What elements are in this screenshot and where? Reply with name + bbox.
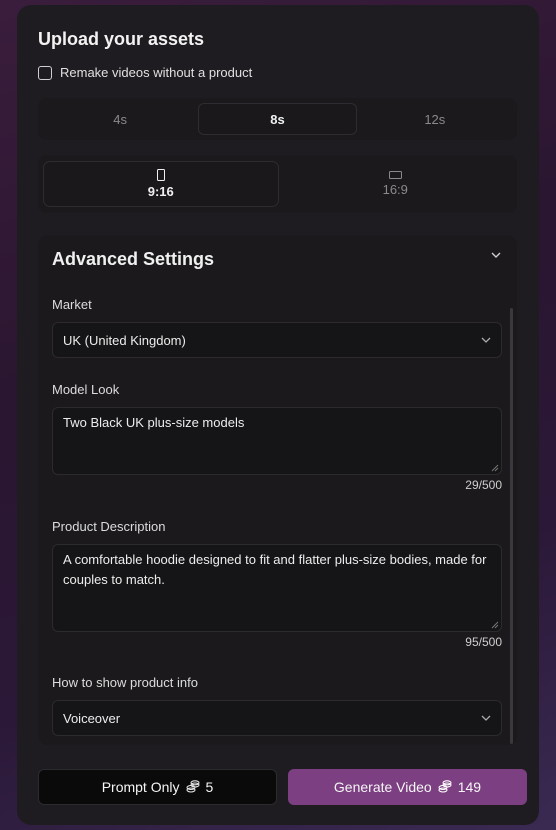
coins-icon [185, 780, 200, 793]
duration-selector: 4s 8s 12s [38, 98, 517, 140]
model-look-label: Model Look [52, 382, 120, 397]
product-info-select[interactable]: Voiceover [52, 700, 502, 736]
advanced-settings-title[interactable]: Advanced Settings [52, 249, 214, 270]
remake-without-product-option[interactable]: Remake videos without a product [38, 65, 252, 80]
product-info-label: How to show product info [52, 675, 198, 690]
chevron-down-icon [481, 715, 491, 721]
page-title: Upload your assets [38, 29, 205, 49]
aspect-label-16-9: 16:9 [382, 182, 408, 197]
product-info-value: Voiceover [63, 710, 121, 726]
prompt-only-button[interactable]: Prompt Only 5 [38, 769, 277, 805]
portrait-icon [156, 169, 165, 181]
model-look-value: Two Black UK plus-size models [63, 415, 245, 430]
chevron-down-icon [481, 337, 491, 343]
market-select[interactable]: UK (United Kingdom) [52, 322, 502, 358]
market-label: Market [52, 297, 92, 312]
aspect-label-9-16: 9:16 [147, 184, 174, 199]
aspect-option-16-9[interactable]: 16:9 [279, 161, 513, 207]
landscape-icon [388, 171, 402, 179]
model-look-counter: 29/500 [465, 478, 502, 492]
duration-option-8s[interactable]: 8s [198, 103, 357, 135]
coins-icon [438, 780, 452, 793]
advanced-settings-section: Advanced Settings Market UK (United King… [38, 235, 517, 745]
product-description-input[interactable]: A comfortable hoodie designed to fit and… [52, 544, 502, 632]
product-description-value: A comfortable hoodie designed to fit and… [63, 552, 487, 587]
resize-handle-icon[interactable] [491, 621, 499, 629]
prompt-only-cost: 5 [205, 779, 214, 795]
product-description-label: Product Description [52, 519, 166, 534]
aspect-ratio-selector: 9:16 16:9 [38, 155, 517, 213]
prompt-only-label: Prompt Only [101, 779, 180, 795]
chevron-down-icon[interactable] [491, 250, 501, 260]
generate-video-button[interactable]: Generate Video 149 [288, 769, 527, 805]
resize-handle-icon[interactable] [491, 464, 499, 472]
duration-option-12s[interactable]: 12s [357, 103, 513, 135]
generate-video-cost: 149 [457, 779, 482, 795]
product-description-counter: 95/500 [465, 635, 502, 649]
remake-label: Remake videos without a product [60, 65, 253, 80]
market-value: UK (United Kingdom) [63, 332, 186, 348]
checkbox-icon[interactable] [38, 65, 52, 80]
model-look-input[interactable]: Two Black UK plus-size models [52, 407, 502, 475]
duration-option-4s[interactable]: 4s [42, 103, 198, 135]
scrollbar[interactable] [510, 308, 513, 744]
aspect-option-9-16[interactable]: 9:16 [43, 161, 279, 207]
generate-video-label: Generate Video [333, 779, 432, 795]
